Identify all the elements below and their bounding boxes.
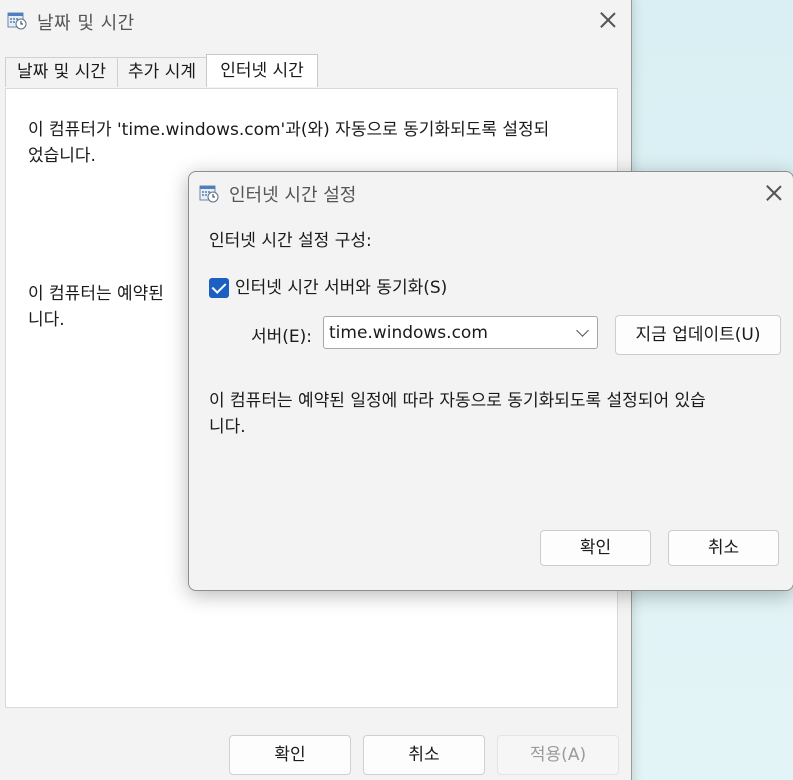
schedule-line2: 니다. <box>28 310 65 330</box>
dialog-body: 인터넷 시간 설정 구성: 인터넷 시간 서버와 동기화(S) 서버(E): t… <box>189 216 793 590</box>
tab-internet-time[interactable]: 인터넷 시간 <box>206 54 318 87</box>
calendar-clock-icon <box>7 12 27 30</box>
window-title: 날짜 및 시간 <box>37 13 135 34</box>
schedule-info-line2: 니다. <box>209 417 246 437</box>
sync-checkbox-label[interactable]: 인터넷 시간 서버와 동기화(S) <box>235 275 447 302</box>
cancel-button[interactable]: 취소 <box>363 735 485 775</box>
sync-checkbox[interactable] <box>209 278 229 298</box>
dialog-title: 인터넷 시간 설정 <box>229 185 357 206</box>
chevron-down-icon[interactable] <box>576 324 589 337</box>
ok-button[interactable]: 확인 <box>229 735 351 775</box>
server-label: 서버(E): <box>251 327 313 347</box>
sync-status-line2: 었습니다. <box>28 146 96 166</box>
server-value: time.windows.com <box>329 323 488 343</box>
dialog-cancel-button[interactable]: 취소 <box>668 530 779 566</box>
config-heading: 인터넷 시간 설정 구성: <box>209 231 372 251</box>
sync-status-line1: 이 컴퓨터가 'time.windows.com'과(와) 자동으로 동기화되도… <box>28 120 550 140</box>
apply-button[interactable]: 적용(A) <box>497 735 619 775</box>
title-bar: 날짜 및 시간 <box>3 1 631 41</box>
schedule-info-line1: 이 컴퓨터는 예약된 일정에 따라 자동으로 동기화되도록 설정되어 있습 <box>209 391 706 411</box>
dialog-ok-button[interactable]: 확인 <box>540 530 651 566</box>
close-icon[interactable] <box>598 10 618 30</box>
schedule-line1: 이 컴퓨터는 예약된 <box>28 284 164 304</box>
tab-additional-clocks[interactable]: 추가 시계 <box>117 57 207 87</box>
tab-date-time[interactable]: 날짜 및 시간 <box>5 57 118 87</box>
close-icon[interactable] <box>764 183 784 203</box>
server-combobox[interactable]: time.windows.com <box>323 316 598 349</box>
internet-time-settings-dialog: 인터넷 시간 설정 인터넷 시간 설정 구성: 인터넷 시간 서버와 동기화(S… <box>188 171 793 591</box>
calendar-clock-icon <box>199 185 219 203</box>
update-now-button[interactable]: 지금 업데이트(U) <box>615 315 781 355</box>
